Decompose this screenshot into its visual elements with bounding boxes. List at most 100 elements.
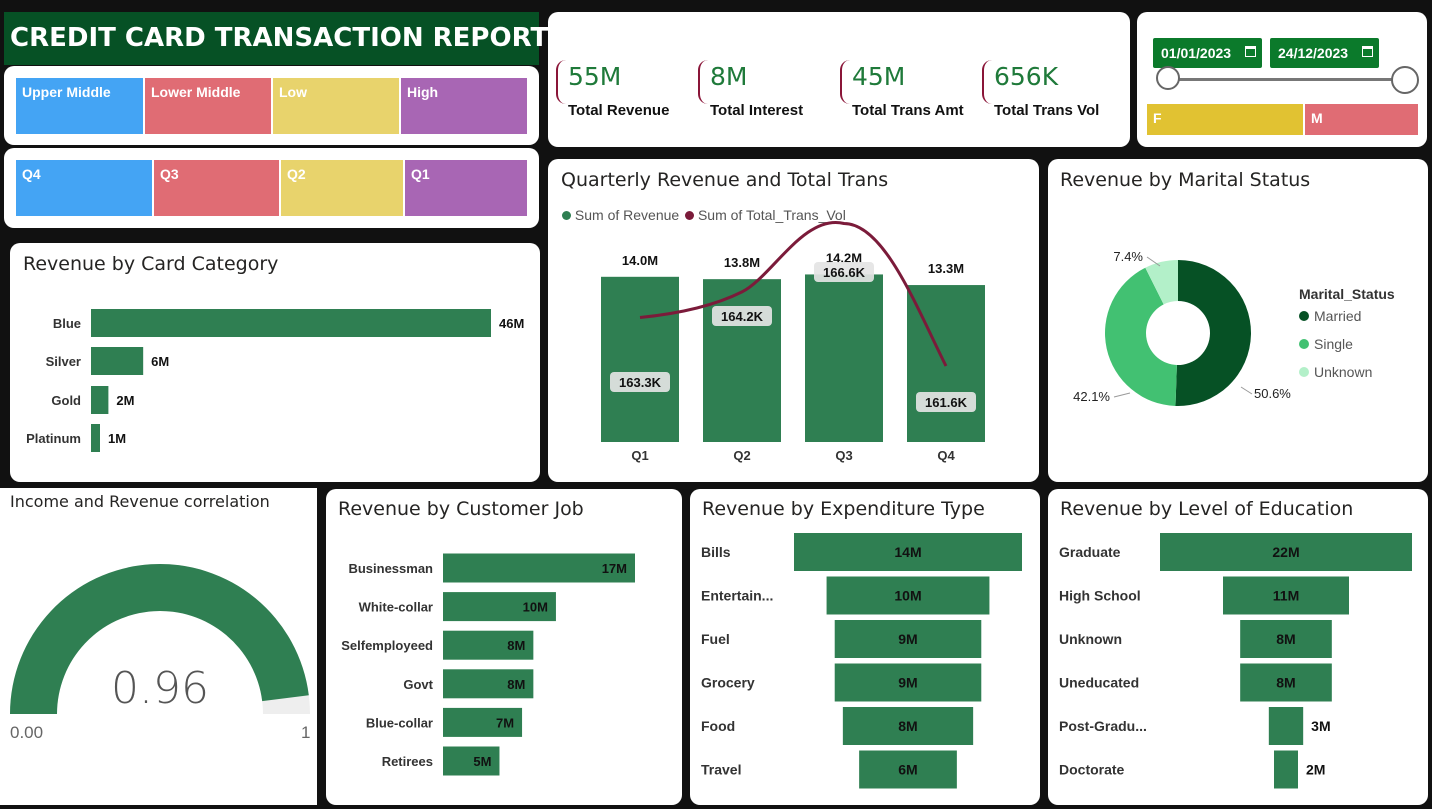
calendar-icon[interactable] bbox=[1245, 46, 1256, 57]
date-slicer-card: 01/01/2023 24/12/2023 F M bbox=[1137, 12, 1427, 147]
slicer-gender-f[interactable]: F bbox=[1147, 104, 1303, 135]
x-tick-label: Q1 bbox=[631, 448, 648, 463]
legend-item-married[interactable]: Married bbox=[1299, 308, 1361, 324]
slicer-low[interactable]: Low bbox=[273, 78, 399, 134]
date-range-start-handle[interactable] bbox=[1156, 66, 1180, 90]
card-category-card: Revenue by Card Category Blue 46M Silver 6M… bbox=[10, 243, 540, 482]
x-tick-label: Q3 bbox=[835, 448, 852, 463]
marital-legend-title: Marital_Status bbox=[1299, 286, 1395, 302]
date-range-track[interactable] bbox=[1169, 78, 1405, 81]
education-card: Revenue by Level of Education Graduate 22… bbox=[1048, 489, 1428, 805]
expenditure-card: Revenue by Expenditure Type Bills 14M Ente… bbox=[690, 489, 1040, 805]
data-label: 9M bbox=[898, 631, 917, 647]
x-tick-label: Q4 bbox=[937, 448, 955, 463]
income-slicer-card: Upper Middle Lower Middle Low High bbox=[4, 66, 539, 145]
category-label: Grocery bbox=[701, 675, 755, 691]
leader-line bbox=[1240, 386, 1253, 395]
date-range-end-handle[interactable] bbox=[1391, 66, 1419, 94]
data-label: 13.8M bbox=[724, 255, 760, 270]
data-label: 9M bbox=[898, 675, 917, 691]
legend-item-unknown[interactable]: Unknown bbox=[1299, 364, 1372, 380]
data-label: 17M bbox=[602, 561, 627, 576]
line-data-label: 164.2K bbox=[721, 309, 764, 324]
category-label: High School bbox=[1059, 588, 1141, 604]
slicer-q4[interactable]: Q4 bbox=[16, 160, 152, 216]
bar bbox=[805, 274, 883, 442]
legend-dot-married bbox=[1299, 311, 1309, 321]
slice-label: 7.4% bbox=[1113, 249, 1143, 264]
category-label: Platinum bbox=[26, 431, 81, 446]
category-label: Govt bbox=[403, 677, 433, 692]
data-label: 13.3M bbox=[928, 261, 964, 276]
calendar-icon[interactable] bbox=[1362, 46, 1373, 57]
data-label: 8M bbox=[507, 638, 525, 653]
data-label: 8M bbox=[507, 677, 525, 692]
bar bbox=[1268, 707, 1304, 745]
bar bbox=[91, 347, 144, 375]
gauge-min-label: 0.00 bbox=[10, 723, 44, 742]
category-label: Silver bbox=[46, 354, 81, 369]
quarterly-card: Quarterly Revenue and Total Trans Sum of… bbox=[548, 159, 1039, 482]
customer-job-chart: Businessman 17M White-collar 10M Selfemploye… bbox=[341, 553, 635, 776]
kpi-value: 45M bbox=[852, 62, 906, 91]
category-label: Food bbox=[701, 718, 735, 734]
legend-label-married: Married bbox=[1314, 308, 1362, 324]
bar bbox=[1274, 750, 1298, 789]
data-label: 5M bbox=[473, 754, 491, 769]
category-label: Entertain... bbox=[701, 588, 773, 604]
slicer-upper-middle[interactable]: Upper Middle bbox=[16, 78, 143, 134]
slicer-q3[interactable]: Q3 bbox=[154, 160, 279, 216]
category-label: Doctorate bbox=[1059, 762, 1125, 778]
expenditure-chart: Bills 14M Entertain... 10M Fuel 9M Grocery 9M Fo… bbox=[701, 533, 1022, 789]
data-label: 46M bbox=[499, 316, 524, 331]
data-label: 11M bbox=[1273, 588, 1299, 604]
slicer-gender-m[interactable]: M bbox=[1305, 104, 1418, 135]
page-title: CREDIT CARD TRANSACTION REPORT bbox=[4, 12, 548, 65]
category-label: Blue-collar bbox=[366, 715, 433, 730]
gauge-chart bbox=[10, 563, 310, 714]
x-tick-label: Q2 bbox=[733, 448, 750, 463]
legend-label-unknown: Unknown bbox=[1314, 364, 1373, 380]
end-date-input[interactable]: 24/12/2023 bbox=[1270, 38, 1379, 68]
quarter-slicer-card: Q4 Q3 Q2 Q1 bbox=[4, 148, 539, 228]
bar bbox=[601, 276, 679, 442]
start-date-input[interactable]: 01/01/2023 bbox=[1153, 38, 1262, 68]
data-label: 7M bbox=[496, 715, 514, 730]
data-label: 8M bbox=[1276, 631, 1295, 647]
slicer-high[interactable]: High bbox=[401, 78, 527, 134]
data-label: 2M bbox=[116, 393, 134, 408]
data-label: 10M bbox=[523, 600, 548, 615]
kpi-label: Total Trans Vol bbox=[994, 102, 1100, 119]
kpi-card: 55M Total Revenue 8M Total Interest 45M … bbox=[548, 12, 1130, 147]
category-label: Selfemployeed bbox=[341, 638, 433, 653]
legend-dot-single bbox=[1299, 339, 1309, 349]
gauge-max-label: 1 bbox=[301, 723, 311, 742]
legend-label-single: Single bbox=[1314, 336, 1353, 352]
line-data-label: 166.6K bbox=[823, 265, 866, 280]
data-label: 22M bbox=[1272, 544, 1299, 560]
kpi-value: 55M bbox=[568, 62, 622, 91]
data-label: 6M bbox=[898, 762, 917, 778]
leader-line bbox=[1113, 392, 1131, 398]
kpi-value: 8M bbox=[710, 62, 748, 91]
slicer-q2[interactable]: Q2 bbox=[281, 160, 403, 216]
slice-label: 50.6% bbox=[1254, 386, 1291, 401]
slicer-q1[interactable]: Q1 bbox=[405, 160, 527, 216]
category-label: Retirees bbox=[382, 754, 433, 769]
line-data-label: 163.3K bbox=[619, 375, 662, 390]
category-label: Graduate bbox=[1059, 544, 1121, 560]
category-label: White-collar bbox=[359, 600, 433, 615]
legend-item-single[interactable]: Single bbox=[1299, 336, 1353, 352]
category-label: Blue bbox=[53, 316, 81, 331]
kpi-label: Total Trans Amt bbox=[852, 102, 964, 119]
category-label: Uneducated bbox=[1059, 675, 1139, 691]
category-label: Travel bbox=[701, 762, 741, 778]
slicer-lower-middle[interactable]: Lower Middle bbox=[145, 78, 271, 134]
category-label: Post-Gradu... bbox=[1059, 718, 1147, 734]
kpi-value: 656K bbox=[994, 62, 1059, 91]
line-data-label: 161.6K bbox=[925, 395, 968, 410]
data-label: 8M bbox=[898, 718, 917, 734]
data-label: 3M bbox=[1311, 718, 1330, 734]
kpi-label: Total Interest bbox=[710, 102, 804, 119]
legend-dot-unknown bbox=[1299, 367, 1309, 377]
